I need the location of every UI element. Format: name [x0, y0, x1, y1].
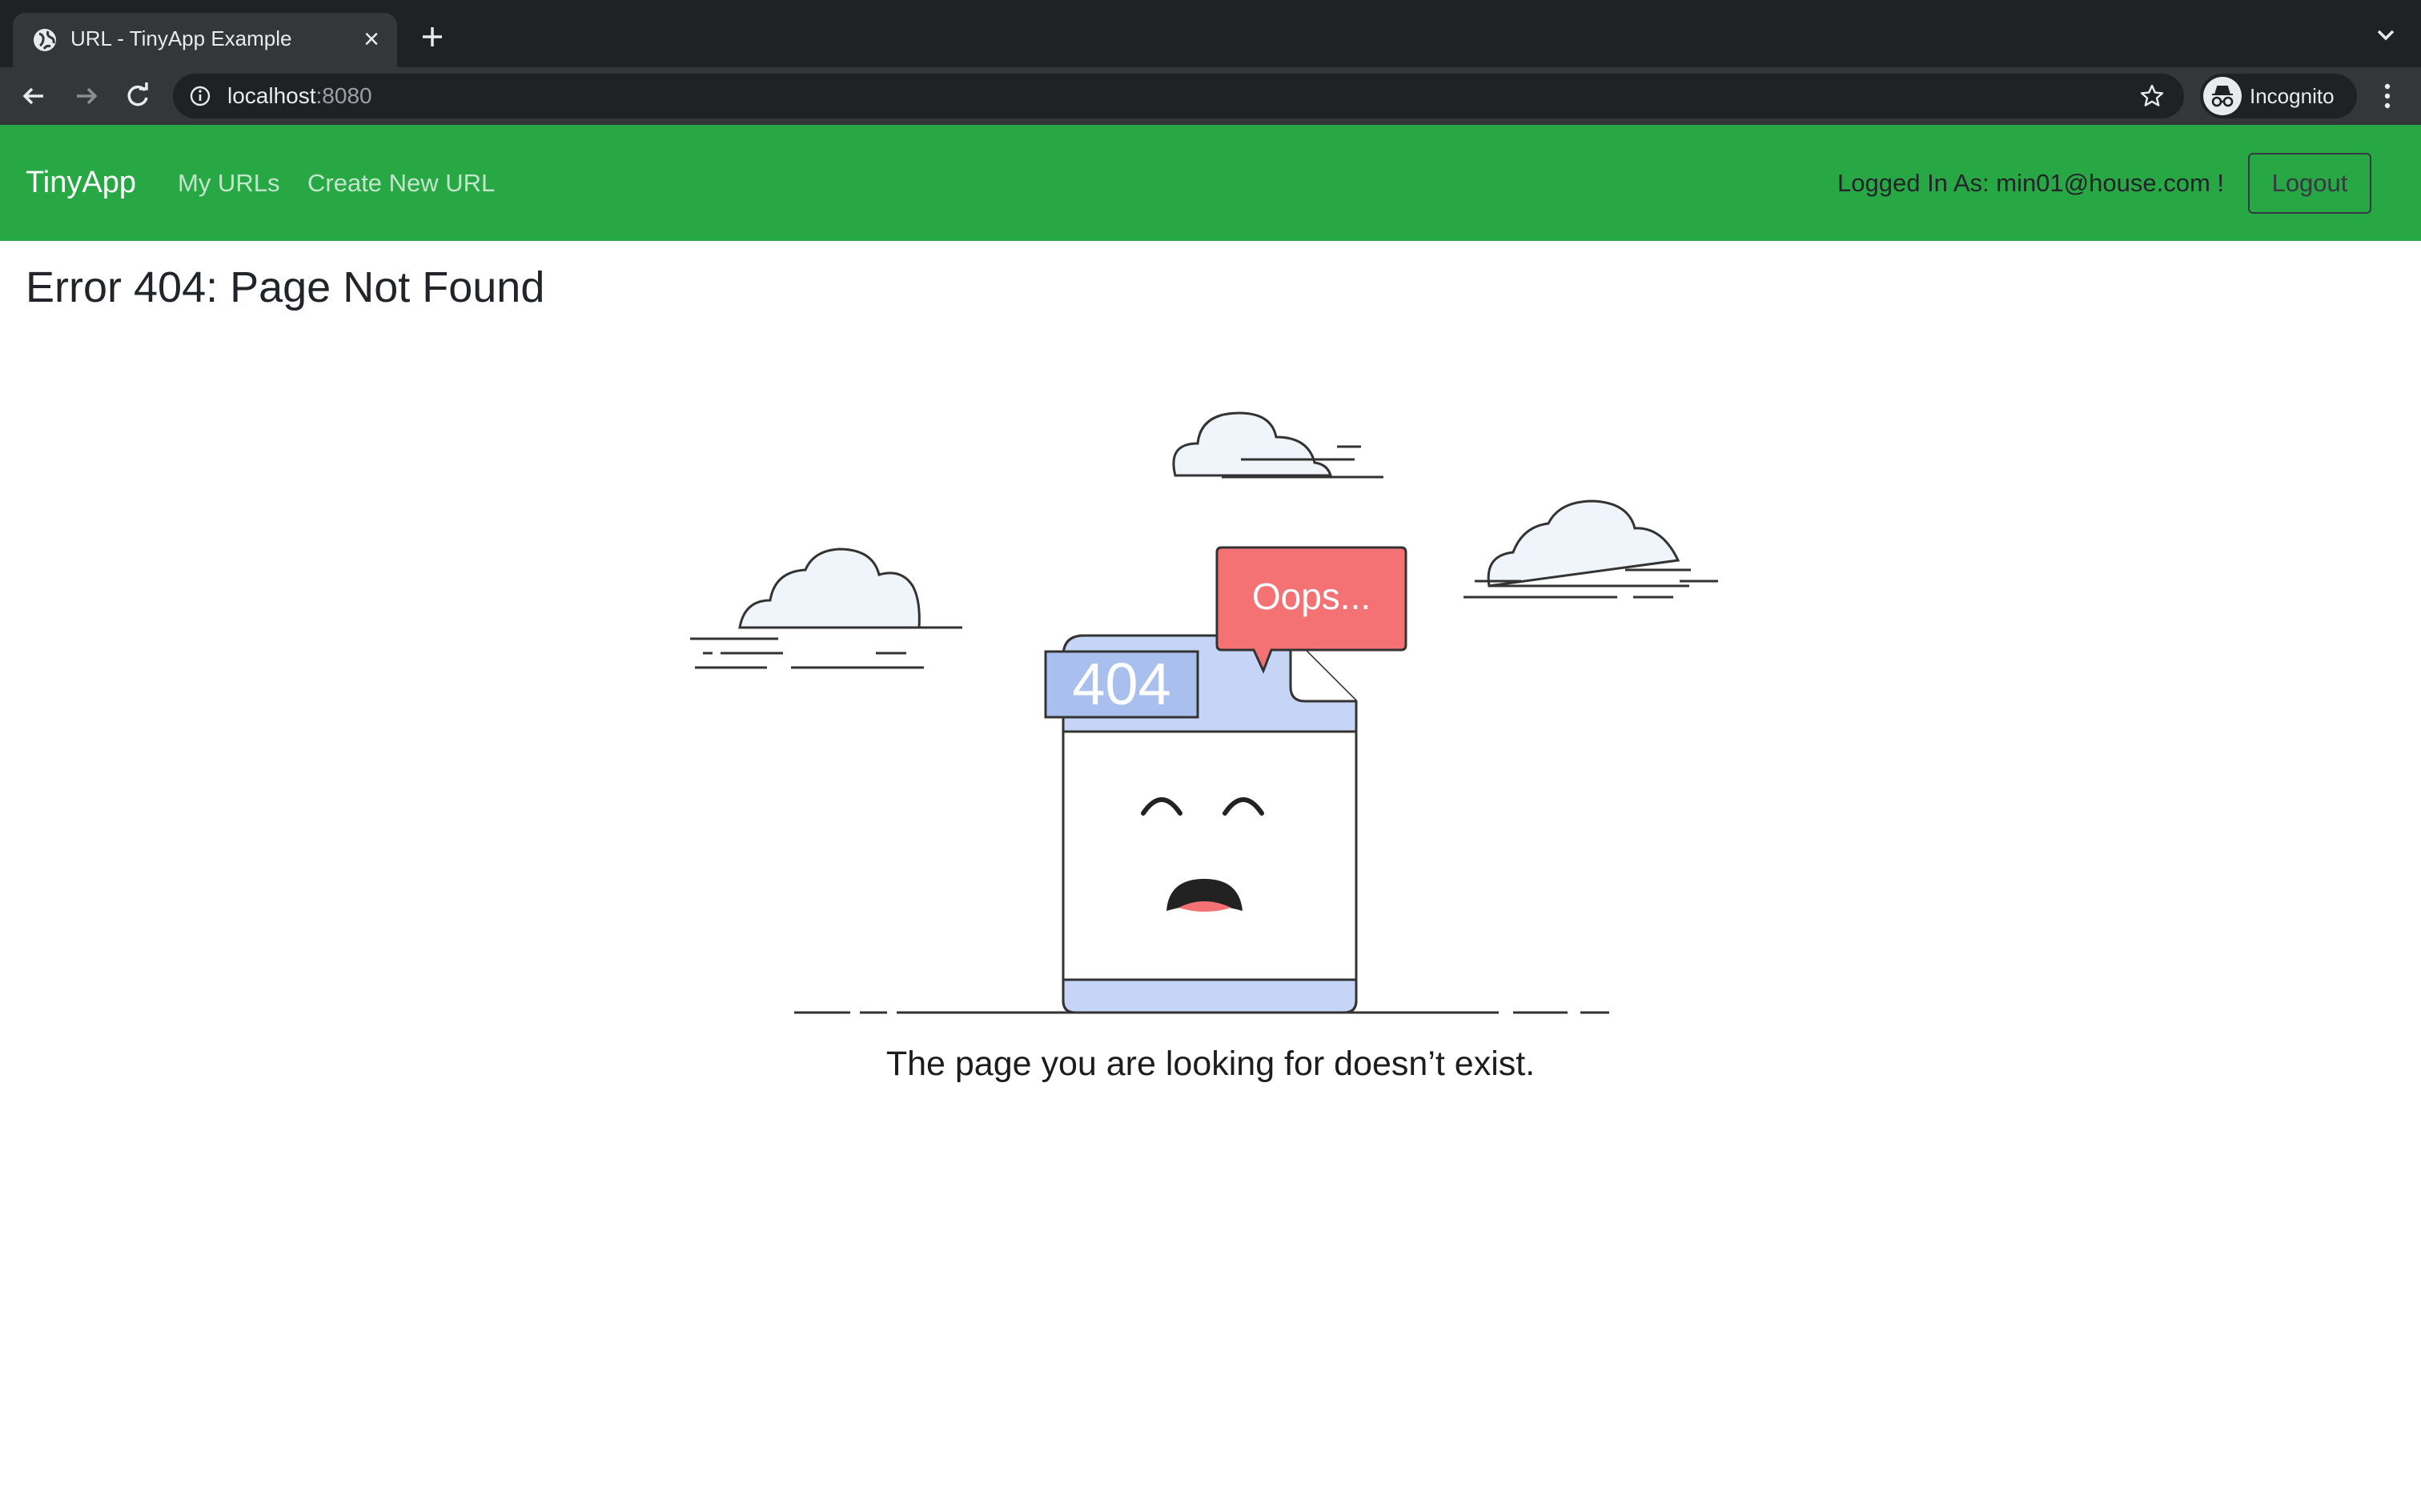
globe-icon: [34, 29, 56, 51]
back-arrow-icon[interactable]: [16, 78, 51, 114]
code-text: 404: [1072, 651, 1170, 717]
browser-toolbar: localhost:8080 Incognito: [0, 67, 2421, 125]
error-404-illustration: 404 Oops...: [690, 411, 1718, 1014]
more-menu-icon[interactable]: [2376, 78, 2399, 114]
incognito-icon: [2211, 86, 2234, 107]
incognito-profile-chip[interactable]: Incognito: [2200, 74, 2357, 118]
browser-tabstrip: URL - TinyApp Example ×: [0, 0, 2421, 67]
tab-title: URL - TinyApp Example: [70, 26, 292, 50]
bubble-text: Oops...: [1252, 576, 1371, 617]
incognito-avatar: [2203, 77, 2242, 115]
logged-in-status: Logged In As: min01@house.com !: [1837, 169, 2224, 197]
reload-icon[interactable]: [120, 78, 155, 114]
nav-link-create-new-url[interactable]: Create New URL: [307, 125, 495, 241]
address-bar[interactable]: localhost:8080: [173, 74, 2184, 118]
cloud-top: [1172, 411, 1383, 479]
page-title: Error 404: Page Not Found: [26, 263, 545, 311]
brand-link[interactable]: TinyApp: [26, 125, 136, 241]
nav-link-my-urls[interactable]: My URLs: [178, 125, 279, 241]
url-host: localhost: [227, 83, 316, 108]
code-label: 404: [1044, 650, 1199, 719]
site-info-icon[interactable]: [189, 85, 211, 107]
bookmark-star-icon[interactable]: [2139, 83, 2165, 109]
url-text: localhost:8080: [227, 74, 372, 118]
logout-button[interactable]: Logout: [2248, 153, 2371, 214]
forward-arrow-icon[interactable]: [69, 78, 104, 114]
chevron-down-icon[interactable]: [2375, 27, 2397, 43]
new-tab-plus-icon[interactable]: [416, 21, 448, 53]
cloud-right: [1463, 499, 1718, 599]
cloud-left: [690, 547, 962, 669]
browser-tab[interactable]: URL - TinyApp Example ×: [13, 13, 397, 67]
error-caption: The page you are looking for doesn’t exi…: [885, 1045, 1536, 1083]
incognito-label: Incognito: [2250, 84, 2335, 108]
app-navbar: TinyApp My URLs Create New URL Logged In…: [0, 125, 2421, 241]
tab-close-icon[interactable]: ×: [359, 26, 384, 53]
url-port: :8080: [315, 83, 372, 108]
